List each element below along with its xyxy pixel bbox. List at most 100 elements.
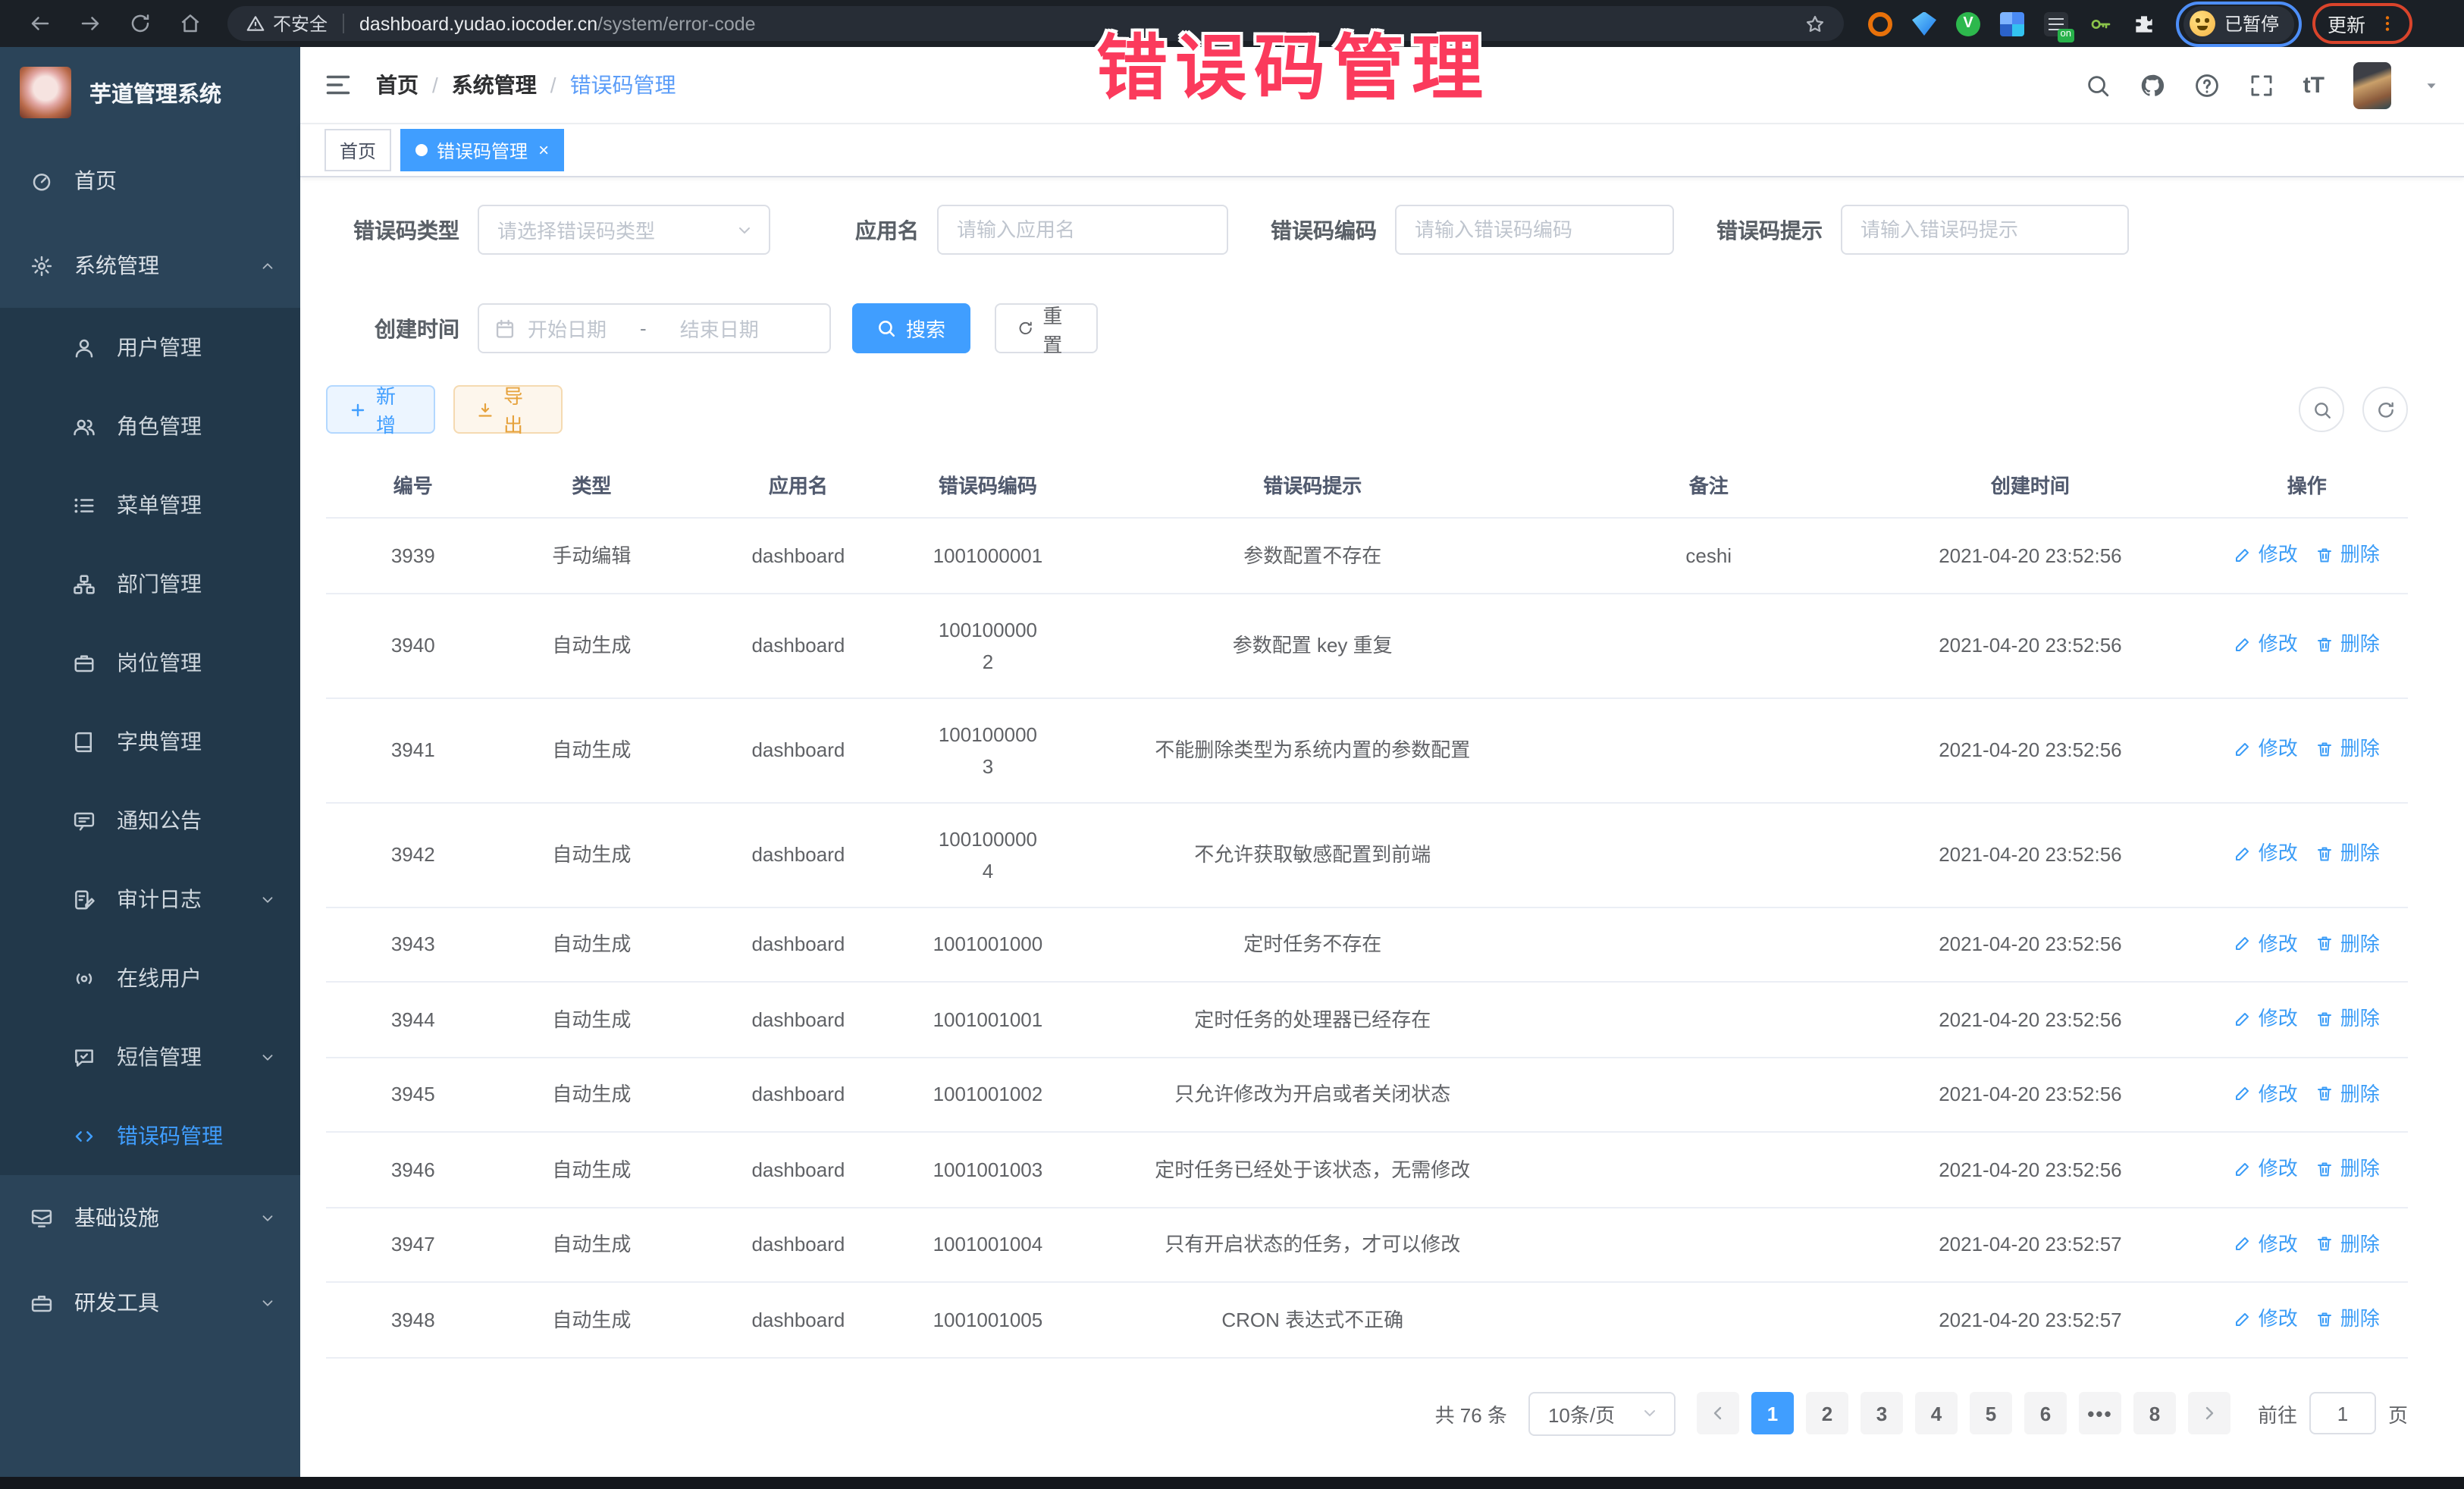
- date-range-picker[interactable]: 开始日期 - 结束日期: [478, 303, 831, 353]
- edit-link[interactable]: 修改: [2234, 1302, 2298, 1334]
- edit-link[interactable]: 修改: [2234, 538, 2298, 570]
- bookmark-star-icon[interactable]: [1804, 13, 1826, 34]
- cell-code: 1001001005: [914, 1282, 1063, 1357]
- fullscreen-icon[interactable]: [2249, 72, 2274, 98]
- sidebar-item-label: 短信管理: [117, 1042, 202, 1072]
- page-button-1[interactable]: 1: [1751, 1392, 1794, 1434]
- browser-update-button[interactable]: 更新: [2318, 6, 2406, 41]
- refresh-table-button[interactable]: [2362, 387, 2408, 432]
- page-button-5[interactable]: 5: [1970, 1392, 2012, 1434]
- table-row: 3941自动生成dashboard1001000003不能删除类型为系统内置的参…: [326, 697, 2408, 802]
- sidebar-item-dept-management[interactable]: 部门管理: [0, 544, 300, 623]
- sidebar-item-home[interactable]: 首页: [0, 138, 300, 223]
- search-icon[interactable]: [2085, 72, 2111, 98]
- tab-error-code-management[interactable]: 错误码管理×: [400, 129, 564, 171]
- edit-link[interactable]: 修改: [2234, 838, 2298, 870]
- page-button-8[interactable]: 8: [2133, 1392, 2176, 1434]
- prev-page-button[interactable]: [1697, 1392, 1739, 1434]
- delete-link[interactable]: 删除: [2316, 629, 2380, 660]
- delete-link[interactable]: 删除: [2316, 927, 2380, 959]
- sidebar-item-role-management[interactable]: 角色管理: [0, 387, 300, 466]
- extension-grid-icon[interactable]: [2000, 11, 2024, 36]
- delete-link[interactable]: 删除: [2316, 838, 2380, 870]
- cell-remark: [1563, 1057, 1854, 1132]
- delete-link[interactable]: 删除: [2316, 1002, 2380, 1034]
- sidebar-item-online-user[interactable]: 在线用户: [0, 939, 300, 1017]
- delete-link[interactable]: 删除: [2316, 1152, 2380, 1184]
- extension-list-icon[interactable]: on: [2044, 11, 2068, 36]
- page-button-3[interactable]: 3: [1861, 1392, 1903, 1434]
- extensions-puzzle-icon[interactable]: [2132, 11, 2156, 36]
- sidebar-item-system-management[interactable]: 系统管理: [0, 223, 300, 308]
- github-icon[interactable]: [2140, 72, 2165, 98]
- sidebar-item-dict-management[interactable]: 字典管理: [0, 702, 300, 781]
- cell-create-time: 2021-04-20 23:52:56: [1854, 907, 2205, 982]
- forward-icon[interactable]: [79, 12, 102, 35]
- delete-link[interactable]: 删除: [2316, 733, 2380, 765]
- caret-down-icon[interactable]: [2423, 77, 2440, 93]
- edit-link[interactable]: 修改: [2234, 1227, 2298, 1259]
- error-code-input[interactable]: [1395, 205, 1674, 255]
- error-type-select[interactable]: 请选择错误码类型: [478, 205, 770, 255]
- reload-icon[interactable]: [129, 12, 152, 35]
- sidebar-item-notice[interactable]: 通知公告: [0, 781, 300, 860]
- app-logo-row[interactable]: 芋道管理系统: [0, 47, 300, 138]
- error-hint-input[interactable]: [1841, 205, 2129, 255]
- breadcrumb-system[interactable]: 系统管理: [452, 70, 537, 100]
- cell-hint: 参数配置 key 重复: [1062, 593, 1563, 697]
- delete-icon: [2316, 1159, 2334, 1177]
- add-button[interactable]: 新增: [326, 385, 435, 434]
- edit-link[interactable]: 修改: [2234, 927, 2298, 959]
- search-button[interactable]: 搜索: [852, 303, 970, 353]
- cell-type: 自动生成: [500, 907, 684, 982]
- cell-type: 自动生成: [500, 1282, 684, 1357]
- sidebar-item-audit-log[interactable]: 审计日志: [0, 860, 300, 939]
- edit-link[interactable]: 修改: [2234, 733, 2298, 765]
- breadcrumb-home[interactable]: 首页: [376, 70, 419, 100]
- next-page-button[interactable]: [2188, 1392, 2230, 1434]
- column-header: 错误码提示: [1062, 452, 1563, 518]
- hamburger-icon[interactable]: [324, 71, 352, 99]
- page-button-4[interactable]: 4: [1915, 1392, 1958, 1434]
- reset-button[interactable]: 重置: [995, 303, 1098, 353]
- sidebar-item-dev-tools[interactable]: 研发工具: [0, 1260, 300, 1345]
- show-search-toggle-button[interactable]: [2299, 387, 2344, 432]
- profile-paused-chip[interactable]: 已暂停: [2183, 5, 2294, 42]
- sidebar-item-error-code-management[interactable]: 错误码管理: [0, 1096, 300, 1175]
- sidebar-item-sms-management[interactable]: 短信管理: [0, 1017, 300, 1096]
- delete-link[interactable]: 删除: [2316, 1227, 2380, 1259]
- page-button-2[interactable]: 2: [1806, 1392, 1848, 1434]
- page-size-select[interactable]: 10条/页: [1528, 1391, 1676, 1435]
- extension-key-icon[interactable]: [2088, 11, 2112, 36]
- cell-type: 自动生成: [500, 1132, 684, 1207]
- export-button[interactable]: 导出: [453, 385, 563, 434]
- tab-home[interactable]: 首页: [324, 129, 391, 171]
- sidebar-item-post-management[interactable]: 岗位管理: [0, 623, 300, 702]
- delete-icon: [2316, 934, 2334, 952]
- edit-link[interactable]: 修改: [2234, 629, 2298, 660]
- delete-link[interactable]: 删除: [2316, 1302, 2380, 1334]
- close-icon[interactable]: ×: [538, 141, 549, 159]
- address-bar[interactable]: 不安全 dashboard.yudao.iocoder.cn /system/e…: [227, 6, 1844, 41]
- goto-page-input[interactable]: [2309, 1392, 2376, 1434]
- edit-link[interactable]: 修改: [2234, 1152, 2298, 1184]
- edit-link[interactable]: 修改: [2234, 1002, 2298, 1034]
- sidebar-item-menu-management[interactable]: 菜单管理: [0, 466, 300, 544]
- sidebar-item-infrastructure[interactable]: 基础设施: [0, 1175, 300, 1260]
- back-icon[interactable]: [29, 12, 52, 35]
- sidebar-item-user-management[interactable]: 用户管理: [0, 308, 300, 387]
- edit-link[interactable]: 修改: [2234, 1077, 2298, 1109]
- font-size-icon[interactable]: tT: [2303, 74, 2324, 96]
- app-name-input[interactable]: [937, 205, 1228, 255]
- security-label[interactable]: 不安全: [273, 11, 328, 36]
- delete-link[interactable]: 删除: [2316, 1077, 2380, 1109]
- home-icon[interactable]: [179, 12, 202, 35]
- page-button-6[interactable]: 6: [2024, 1392, 2067, 1434]
- extension-green-check-icon[interactable]: V: [1956, 11, 1980, 36]
- extension-orange-ring-icon[interactable]: [1868, 11, 1892, 36]
- user-avatar[interactable]: [2353, 61, 2391, 108]
- help-icon[interactable]: [2194, 72, 2220, 98]
- extension-blue-gem-icon[interactable]: [1912, 11, 1936, 36]
- delete-link[interactable]: 删除: [2316, 538, 2380, 570]
- cell-app-name: dashboard: [683, 697, 913, 802]
